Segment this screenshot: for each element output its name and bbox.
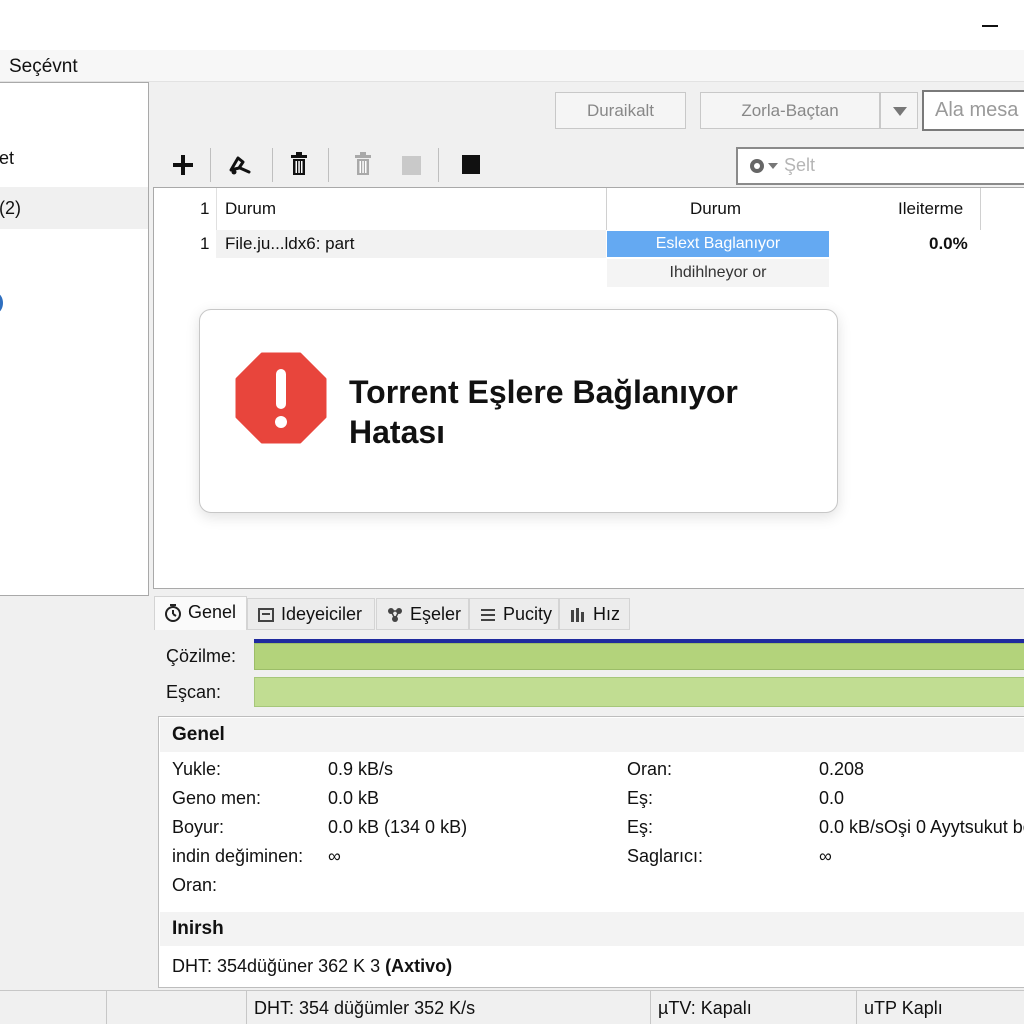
search-input[interactable]: Ala mesa (922, 90, 1024, 131)
tracker-icon (258, 608, 274, 622)
tab-label: Pucity (503, 604, 553, 624)
tab-label: Genel (188, 602, 237, 622)
detail-value: 0.0 (819, 788, 845, 808)
pause-icon[interactable] (456, 150, 486, 180)
detail-label: Geno men: (172, 788, 262, 808)
detail-label: Boyur: (172, 817, 225, 837)
status-utv: µTV: Kapalı (658, 998, 752, 1018)
status-divider (650, 991, 651, 1024)
detail-tabs: Genel Ideyeiciler Eşeler Pucity Hız (150, 596, 1024, 630)
column-divider (606, 188, 607, 230)
detail-label: Yukle: (172, 759, 222, 779)
detail-value: 0.0 kB (328, 788, 380, 808)
detail-value: 0.208 (819, 759, 865, 779)
row-name: File.ju...ldx6: part (225, 234, 355, 253)
sidebar: et (2) (0, 82, 149, 596)
error-title: Torrent Eşlere Bağlanıyor Hatası (349, 374, 738, 450)
column-header-status[interactable]: Durum (690, 188, 741, 230)
clock-icon (165, 604, 181, 622)
toolbar-divider (438, 148, 439, 182)
stop-icon (402, 156, 421, 175)
column-header-progress[interactable]: Ileiterme (898, 188, 963, 230)
column-divider (216, 188, 217, 230)
dht-active-text: (Axtivo) (385, 956, 453, 976)
toolbar-divider (210, 148, 211, 182)
status-substatus: Ihdihlneyor or (607, 259, 829, 287)
minimize-icon[interactable] (978, 8, 1002, 32)
pause-button[interactable]: Duraikalt (555, 92, 686, 129)
speed-chart-icon (571, 608, 584, 622)
status-badge: Eslext Baglanıyor (607, 231, 829, 257)
tab-speed[interactable]: Hız (559, 598, 630, 630)
detail-label: Oran: (172, 875, 218, 895)
column-header-name[interactable]: Durum (225, 188, 276, 230)
detail-label: Eş: (627, 788, 654, 808)
error-icon (235, 352, 327, 444)
force-start-dropdown[interactable] (880, 92, 918, 129)
row-progress: 0.0% (929, 234, 968, 253)
tab-label: Ideyeiciler (281, 604, 363, 624)
availability-progress-bar (254, 677, 1024, 707)
tab-content[interactable]: Pucity (469, 598, 559, 630)
status-dht: DHT: 354 düğümler 352 K/s (254, 998, 476, 1018)
sidebar-item-label: (2) (0, 198, 21, 218)
section-title: Genel (160, 718, 1024, 752)
progress-area: Çözilme: Eşcan: (155, 630, 1024, 716)
solve-label: Çözilme: (166, 646, 237, 666)
status-divider (246, 991, 247, 1024)
status-bar: DHT: 354 düğümler 352 K/s µTV: Kapalı uT… (0, 990, 1024, 1024)
dht-info-text: DHT: 354düğüner 362 K 3 (172, 956, 381, 976)
peers-icon (388, 608, 402, 622)
dht-info: DHT: 354düğüner 362 K 3 (Axtivo) (172, 956, 452, 977)
add-icon[interactable] (168, 150, 198, 180)
toolbar-divider (272, 148, 273, 182)
toolbar-divider (328, 148, 329, 182)
detail-value: 0.0 kB (134 0 kB) (328, 817, 468, 837)
detail-value: 0.0 kB/sOşi 0 Ayytsukut bo (819, 817, 1024, 837)
status-utp: uTP Kaplı (864, 998, 943, 1018)
availability-label: Eşcan: (166, 682, 222, 702)
menu-item-options[interactable]: Seçévnt (9, 56, 78, 78)
error-dialog: Torrent Eşlere Bağlanıyor Hatası (199, 309, 838, 513)
detail-value: ∞ (819, 846, 832, 866)
section-title: Inirsh (160, 912, 1024, 946)
sidebar-item-selected[interactable]: (2) (0, 187, 148, 229)
detail-label: Saglarıcı: (627, 846, 704, 866)
detail-label: Oran: (627, 759, 673, 779)
status-divider (106, 991, 107, 1024)
sidebar-item[interactable]: et (0, 137, 148, 179)
detail-value: 0.9 kB/s (328, 759, 394, 779)
remove-icon (355, 152, 371, 175)
filter-input[interactable]: Şelt (736, 147, 1024, 185)
menu-bar: Seçévnt (0, 50, 1024, 82)
solve-progress-bar (254, 643, 1024, 670)
details-panel: Genel Yukle: 0.9 kB/s Geno men: 0.0 kB B… (158, 716, 1024, 988)
magnet-link-icon[interactable] (225, 150, 255, 180)
tab-label: Hız (593, 604, 620, 624)
chevron-down-icon (768, 163, 778, 169)
list-icon (481, 609, 495, 621)
force-start-button[interactable]: Zorla-Baçtan (700, 92, 880, 129)
tab-peers[interactable]: Eşeler (376, 598, 469, 630)
row-number: 1 (200, 234, 210, 253)
title-bar (0, 0, 1024, 50)
status-divider (856, 991, 857, 1024)
tab-trackers[interactable]: Ideyeiciler (247, 598, 375, 630)
gear-icon (750, 159, 764, 173)
column-header-number[interactable]: 1 (200, 188, 209, 230)
detail-label: Eş: (627, 817, 654, 837)
column-divider (980, 188, 981, 230)
sidebar-item-label: et (0, 148, 15, 168)
chevron-down-icon (893, 107, 907, 116)
detail-label: indin değiminen: (172, 846, 304, 866)
detail-value: ∞ (328, 846, 341, 866)
tab-general[interactable]: Genel (154, 596, 247, 630)
tab-label: Eşeler (410, 604, 462, 624)
status-dot-icon (0, 293, 3, 313)
filter-placeholder: Şelt (784, 155, 816, 175)
delete-icon[interactable] (284, 150, 314, 180)
